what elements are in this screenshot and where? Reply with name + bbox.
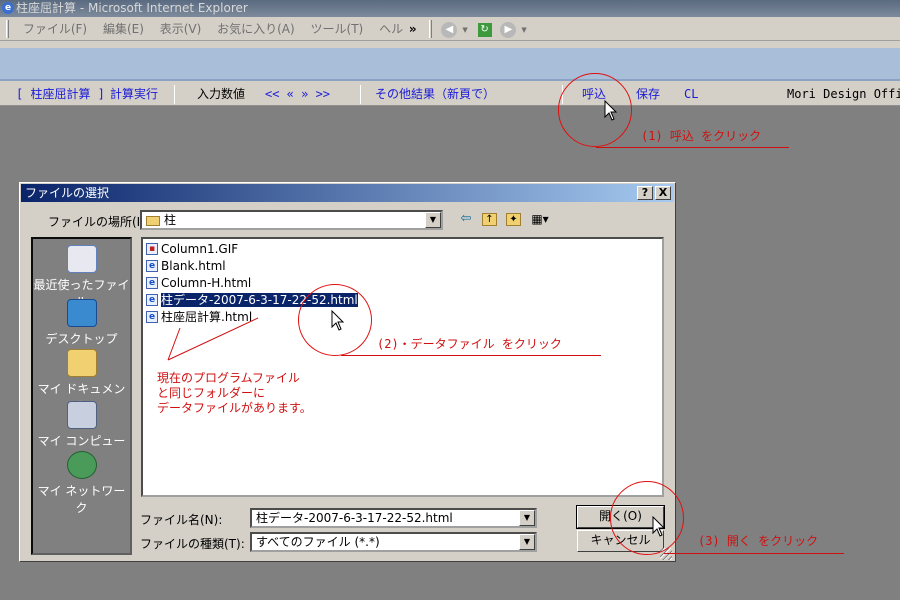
window-title: 柱座屈計算 - Microsoft Internet Explorer [16, 1, 248, 15]
location-combo[interactable]: 柱 ▼ [140, 210, 443, 230]
nav-arrows-links[interactable]: << « » >> [265, 83, 330, 105]
annotation-step2: (2)・データファイル をクリック [377, 337, 562, 351]
html-file-icon: e [146, 311, 158, 323]
menu-bar: ファイル(F) 編集(E) 表示(V) お気に入り(A) ツール(T) ヘル »… [0, 17, 900, 41]
annotation-circle-open [610, 481, 684, 555]
menu-tools[interactable]: ツール(T) [305, 17, 370, 41]
back-dropdown-icon[interactable]: ▼ [462, 26, 467, 34]
nav-other-results-link[interactable]: その他結果（新頁で） [375, 83, 495, 105]
annotation-underline [664, 553, 844, 554]
page-banner [0, 48, 900, 81]
html-file-icon: e [146, 260, 158, 272]
forward-dropdown-icon[interactable]: ▼ [521, 26, 526, 34]
filename-input[interactable]: 柱データ-2007-6-3-17-22-52.html ▼ [250, 508, 537, 528]
file-open-dialog: ファイルの選択 ? X ファイルの場所(I): 柱 ▼ ⇦ ↑ ✦ ▦▾ 最近使… [19, 182, 676, 562]
places-bar: 最近使ったファイル デスクトップ マイ ドキュメント マイ コンピュータ マイ … [31, 237, 132, 555]
annotation-underline [341, 355, 601, 356]
mouse-cursor-icon [652, 516, 666, 537]
annotation-arrow [167, 317, 259, 361]
up-folder-icon[interactable]: ↑ [482, 213, 497, 226]
mouse-cursor-icon [604, 100, 618, 121]
location-label: ファイルの場所(I): [48, 215, 149, 229]
forward-arrow-icon[interactable]: ▶ [500, 21, 517, 38]
file-item[interactable]: e Column-H.html [145, 275, 251, 291]
filetype-value: すべてのファイル (*.*) [256, 535, 380, 549]
filetype-select[interactable]: すべてのファイル (*.*) ▼ [250, 532, 537, 552]
file-item[interactable]: e Blank.html [145, 258, 226, 274]
nav-clear-link[interactable]: CL [684, 83, 698, 105]
view-menu-icon[interactable]: ▦▾ [529, 211, 551, 227]
dialog-titlebar: ファイルの選択 ? X [21, 184, 674, 202]
back-arrow-icon[interactable]: ◀ [441, 21, 458, 38]
menu-help[interactable]: ヘル [373, 17, 403, 41]
toolbar-grip-2[interactable] [428, 20, 432, 38]
chevron-down-icon[interactable]: ▼ [519, 534, 535, 550]
computer-icon [66, 401, 97, 429]
help-button[interactable]: ? [637, 186, 653, 200]
folder-icon [146, 215, 160, 226]
window-titlebar: e 柱座屈計算 - Microsoft Internet Explorer [0, 0, 900, 17]
annotation-underline [596, 147, 789, 148]
annotation-note: 現在のプログラムファイル と同じフォルダーに データファイルがあります。 [157, 371, 312, 415]
menu-file[interactable]: ファイル(F) [17, 17, 93, 41]
nav-calc-link[interactable]: 計算実行 [110, 83, 158, 105]
toolbar-grip[interactable] [6, 20, 9, 38]
menu-favorites[interactable]: お気に入り(A) [211, 17, 301, 41]
filetype-label: ファイルの種類(T): [140, 537, 245, 551]
dialog-title: ファイルの選択 [25, 186, 110, 200]
annotation-step3: (3) 開く をクリック [698, 534, 819, 548]
nav-separator [360, 85, 361, 104]
nav-save-link[interactable]: 保存 [636, 83, 660, 105]
image-file-icon: ▪ [146, 243, 158, 255]
recent-files-icon [66, 245, 97, 273]
nav-title-link[interactable]: [ 柱座屈計算 ] [16, 83, 105, 105]
nav-brand: Mori Design Offi [787, 87, 900, 101]
html-file-icon: e [146, 294, 158, 306]
filename-label: ファイル名(N): [140, 513, 223, 527]
back-folder-icon[interactable]: ⇦ [458, 211, 474, 227]
filename-value: 柱データ-2007-6-3-17-22-52.html [256, 511, 453, 525]
chevron-down-icon[interactable]: ▼ [519, 510, 535, 526]
menu-overflow-chevron[interactable]: » [407, 17, 419, 41]
refresh-icon[interactable]: ↻ [477, 22, 492, 37]
annotation-circle-load [558, 73, 632, 147]
folder-icon [66, 349, 97, 377]
file-item[interactable]: ▪ Column1.GIF [145, 241, 238, 257]
annotation-step1: (1) 呼込 をクリック [641, 129, 762, 143]
place-my-network[interactable]: マイ ネットワーク [33, 451, 130, 516]
close-button[interactable]: X [655, 186, 671, 200]
html-file-icon: e [146, 277, 158, 289]
menu-view[interactable]: 表示(V) [154, 17, 208, 41]
desktop-icon [66, 299, 97, 327]
nav-separator [174, 85, 175, 104]
chevron-down-icon[interactable]: ▼ [425, 212, 441, 228]
new-folder-icon[interactable]: ✦ [506, 213, 521, 226]
globe-icon [66, 451, 97, 479]
place-desktop[interactable]: デスクトップ [33, 299, 130, 347]
nav-input-label: 入力数値 [197, 87, 246, 101]
location-value: 柱 [164, 213, 177, 227]
menu-edit[interactable]: 編集(E) [97, 17, 150, 41]
ie-icon: e [2, 2, 14, 14]
mouse-cursor-icon [331, 310, 345, 331]
page-navbar: [ 柱座屈計算 ] 計算実行 入力数値 << « » >> その他結果（新頁で）… [0, 83, 900, 106]
